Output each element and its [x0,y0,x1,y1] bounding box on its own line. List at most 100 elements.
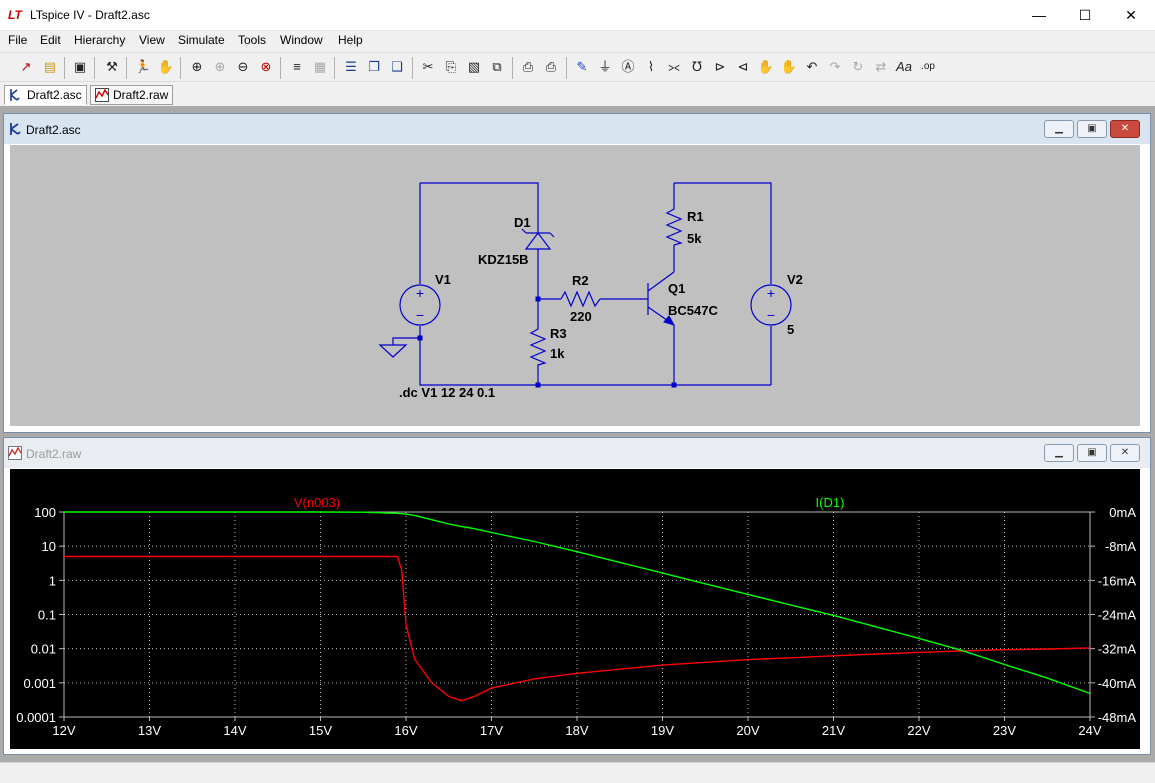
grid-toggle-icon[interactable]: ▦ [310,57,330,77]
new-schematic-icon[interactable]: ↗ [16,57,36,77]
r2-value: 220 [570,309,592,324]
pan-icon[interactable]: ⊕ [210,57,230,77]
cascade-icon[interactable]: ❐ [364,57,384,77]
resistor-r1[interactable]: R1 5k [665,203,704,246]
y-left-tick-label: 0.001 [23,676,56,691]
drag-hand-icon[interactable]: ✋ [779,57,799,77]
menu-view[interactable]: View [138,33,166,47]
child-restore-button[interactable]: ▣ [1077,120,1107,138]
component-icon[interactable]: ⊲ [733,57,753,77]
text-aa-icon[interactable]: Aa [894,57,914,77]
spice-directive[interactable]: .dc V1 12 24 0.1 [399,385,495,400]
schematic-window-caption[interactable]: Draft2.asc ▁ ▣ ✕ [4,114,1150,144]
voltage-source-v1[interactable]: + − V1 [399,272,451,326]
waveform-icon [8,446,22,460]
r2-label: R2 [572,273,589,288]
print-setup-icon[interactable]: ⎙ [518,57,538,77]
tab-draft2-raw[interactable]: Draft2.raw [90,85,174,105]
document-tab-bar: Draft2.asc Draft2.raw [0,83,1155,106]
tab-draft2-asc[interactable]: Draft2.asc [4,85,87,105]
zoom-out-icon[interactable]: ⊖ [233,57,253,77]
inductor-icon[interactable]: ℧ [687,57,707,77]
paste-icon[interactable]: ▧ [464,57,484,77]
y-right-tick-label: -8mA [1105,539,1136,554]
autorange-icon[interactable]: ≡ [287,57,307,77]
y-left-tick-label: 1 [49,573,56,588]
waveform-window-caption[interactable]: Draft2.raw ▁ ▣ ✕ [4,438,1150,468]
svg-text:+: + [416,285,424,301]
x-tick-label: 16V [394,723,417,738]
svg-text:−: − [767,307,775,323]
menu-simulate[interactable]: Simulate [177,33,226,47]
menu-help[interactable]: Help [337,33,364,47]
cut-icon[interactable]: ✂ [418,57,438,77]
draw-wire-icon[interactable]: ✎ [572,57,592,77]
resistor-r3[interactable]: R3 1k [529,323,567,369]
mirror-icon[interactable]: ⇄ [871,57,891,77]
menu-file[interactable]: File [7,33,28,47]
menu-edit[interactable]: Edit [39,33,62,47]
voltage-source-v2[interactable]: + − V2 5 [750,272,803,337]
resistor-r2[interactable]: R2 220 [560,273,601,324]
ground-icon[interactable]: ⏚ [595,57,615,77]
r1-label: R1 [687,209,704,224]
control-panel-hammer-icon[interactable]: ⚒ [102,57,122,77]
x-tick-label: 21V [822,723,845,738]
run-simulation-icon[interactable]: 🏃 [133,57,153,77]
child-restore-button[interactable]: ▣ [1077,444,1107,462]
schematic-icon [10,123,21,135]
waveform-window[interactable]: Draft2.raw ▁ ▣ ✕ 12V 13V 14V 15V 16V 17V 18V 19… [3,437,1151,755]
title-bar: LT LTspice IV - Draft2.asc — ☐ ✕ [0,0,1155,31]
v2-label: V2 [787,272,803,287]
resistor-icon[interactable]: ⌇ [641,57,661,77]
capacitor-icon[interactable]: ⪥ [664,57,684,77]
spice-directive-icon[interactable]: .op [918,57,938,77]
tab-label: Draft2.asc [27,88,82,102]
x-tick-label: 24V [1078,723,1101,738]
menu-tools[interactable]: Tools [237,33,267,47]
open-folder-icon[interactable]: ▤ [40,57,60,77]
halt-hand-icon[interactable]: ✋ [156,57,176,77]
undo-icon[interactable]: ↶ [802,57,822,77]
child-close-button[interactable]: ✕ [1110,444,1140,462]
rotate-icon[interactable]: ↻ [848,57,868,77]
child-minimize-button[interactable]: ▁ [1044,444,1074,462]
npn-transistor-q1[interactable]: Q1 BC547C [640,271,718,326]
y-left-tick-label: 100 [34,505,56,520]
tile-horizontal-icon[interactable]: ☰ [341,57,361,77]
maximize-button[interactable]: ☐ [1062,0,1108,31]
waveform-chart[interactable]: 12V 13V 14V 15V 16V 17V 18V 19V 20V 21V 22V 23V 24V 1… [10,469,1140,749]
close-button[interactable]: ✕ [1108,0,1154,31]
zoom-in-icon[interactable]: ⊕ [187,57,207,77]
q1-label: Q1 [668,281,685,296]
schematic-window[interactable]: Draft2.asc ▁ ▣ ✕ + − V1 + − V2 5 D1 KDZ1… [3,113,1151,433]
move-hand-icon[interactable]: ✋ [756,57,776,77]
child-minimize-button[interactable]: ▁ [1044,120,1074,138]
waveform-plot[interactable]: 12V 13V 14V 15V 16V 17V 18V 19V 20V 21V 22V 23V 24V 1… [10,469,1140,749]
label-net-icon[interactable]: Ⓐ [618,57,638,77]
find-binoculars-icon[interactable]: ⧉ [487,57,507,77]
trace-label-i-d1: I(D1) [816,495,845,510]
svg-text:+: + [767,285,775,301]
x-tick-label: 13V [138,723,161,738]
diode-icon[interactable]: ⊳ [710,57,730,77]
x-tick-label: 14V [223,723,246,738]
y-right-tick-label: -48mA [1098,710,1137,725]
zoom-fit-icon[interactable]: ⊗ [256,57,276,77]
schematic-canvas[interactable]: + − V1 + − V2 5 D1 KDZ15B R2 220 R3 1k R… [10,145,1140,426]
tile-vertical-icon[interactable]: ❑ [387,57,407,77]
y-left-tick-label: 0.1 [38,608,56,623]
x-tick-label: 22V [907,723,930,738]
child-close-button[interactable]: ✕ [1110,120,1140,138]
save-icon[interactable]: ▣ [70,57,90,77]
schematic-icon [10,89,20,101]
print-icon[interactable]: ⎙ [541,57,561,77]
copy-icon[interactable]: ⎘ [441,57,461,77]
ground-symbol [378,344,408,358]
zener-diode-d1[interactable]: D1 KDZ15B [478,215,555,267]
redo-icon[interactable]: ↷ [825,57,845,77]
waveform-window-title: Draft2.raw [26,447,82,461]
menu-hierarchy[interactable]: Hierarchy [73,33,126,47]
menu-window[interactable]: Window [279,33,324,47]
minimize-button[interactable]: — [1016,0,1062,31]
